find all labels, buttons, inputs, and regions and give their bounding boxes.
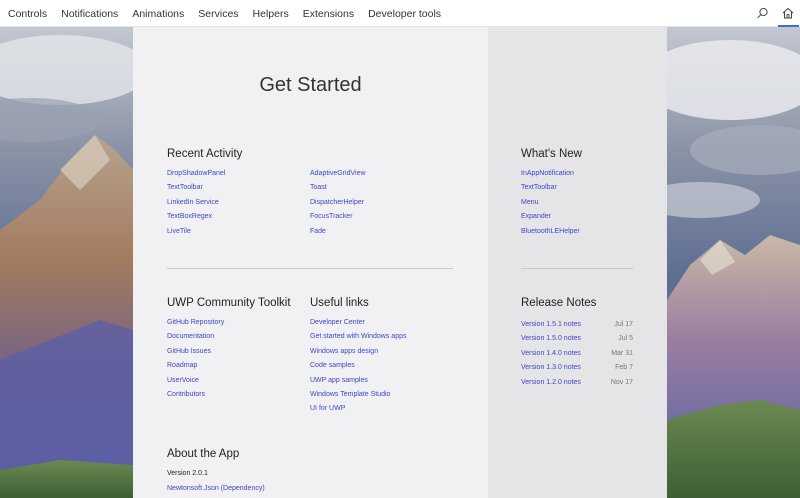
recent-activity-heading: Recent Activity [167,148,243,160]
toolkit-list: GitHub Repository Documentation GitHub I… [167,316,224,402]
release-note-link[interactable]: Version 1.3.0 notes [521,364,581,371]
recent-link[interactable]: TextBoxRegex [167,210,225,224]
recent-link[interactable]: AdaptiveGridView [310,167,366,181]
recent-link[interactable]: LiveTile [167,225,225,239]
page-title: Get Started [259,74,362,96]
useful-link[interactable]: Windows apps design [310,345,407,359]
top-navigation-bar: Controls Notifications Animations Servic… [0,0,800,27]
nav-item-services[interactable]: Services [198,8,238,20]
nav-item-notifications[interactable]: Notifications [61,8,118,20]
release-note-row: Version 1.5.1 notes Jul 17 [521,318,633,332]
release-note-link[interactable]: Version 1.5.0 notes [521,335,581,342]
useful-links-heading: Useful links [310,297,369,309]
whats-new-link[interactable]: BluetoothLEHelper [521,225,580,239]
home-icon [782,7,794,19]
release-note-date: Jul 17 [614,321,633,328]
toolkit-link[interactable]: Contributors [167,388,224,402]
recent-activity-list-1: DropShadowPanel TextToolbar LinkedIn Ser… [167,167,225,239]
useful-link[interactable]: Get started with Windows apps [310,330,407,344]
whats-new-heading: What's New [521,148,582,160]
home-button[interactable] [776,0,800,27]
release-note-row: Version 1.5.0 notes Jul 5 [521,332,633,346]
about-heading: About the App [167,448,240,460]
recent-link[interactable]: DropShadowPanel [167,167,225,181]
recent-link[interactable]: Toast [310,181,366,195]
release-note-date: Jul 5 [618,335,633,343]
whats-new-link[interactable]: Expander [521,210,580,224]
release-notes-heading: Release Notes [521,297,597,309]
useful-link[interactable]: UWP app samples [310,374,407,388]
active-indicator [778,25,799,27]
section-divider [167,268,453,269]
release-note-row: Version 1.4.0 notes Mar 31 [521,347,633,361]
toolkit-link[interactable]: Documentation [167,330,224,344]
main-content-panel [133,27,488,498]
dependency-link[interactable]: Newtonsoft.Json (Dependency) [167,485,265,492]
search-icon [757,7,768,19]
release-note-row: Version 1.2.0 notes Nov 17 [521,376,633,390]
release-note-link[interactable]: Version 1.5.1 notes [521,321,581,328]
nav-item-developer-tools[interactable]: Developer tools [368,8,441,20]
toolkit-link[interactable]: GitHub Repository [167,316,224,330]
nav-menu: Controls Notifications Animations Servic… [8,0,455,27]
release-note-link[interactable]: Version 1.2.0 notes [521,379,581,386]
whats-new-link[interactable]: Menu [521,196,580,210]
section-divider [521,268,633,269]
useful-link[interactable]: UI for UWP [310,402,407,416]
recent-link[interactable]: DispatcherHelper [310,196,366,210]
release-notes-list: Version 1.5.1 notes Jul 17 Version 1.5.0… [521,318,633,390]
nav-item-animations[interactable]: Animations [132,8,184,20]
useful-links-list: Developer Center Get started with Window… [310,316,407,417]
toolkit-link[interactable]: Roadmap [167,359,224,373]
release-note-date: Nov 17 [610,378,633,386]
nav-item-extensions[interactable]: Extensions [303,8,354,20]
release-note-link[interactable]: Version 1.4.0 notes [521,350,581,357]
side-content-panel [488,27,667,498]
useful-link[interactable]: Windows Template Studio [310,388,407,402]
recent-link[interactable]: FocusTracker [310,210,366,224]
useful-link[interactable]: Code samples [310,359,407,373]
whats-new-link[interactable]: TextToolbar [521,181,580,195]
recent-link[interactable]: Fade [310,225,366,239]
release-note-row: Version 1.3.0 notes Feb 7 [521,361,633,375]
release-note-date: Mar 31 [611,349,633,357]
recent-link[interactable]: TextToolbar [167,181,225,195]
nav-item-controls[interactable]: Controls [8,8,47,20]
recent-activity-list-2: AdaptiveGridView Toast DispatcherHelper … [310,167,366,239]
search-button[interactable] [753,5,771,23]
app-version: Version 2.0.1 [167,470,208,477]
toolkit-link[interactable]: GitHub Issues [167,345,224,359]
recent-link[interactable]: LinkedIn Service [167,196,225,210]
whats-new-list: InAppNotification TextToolbar Menu Expan… [521,167,580,239]
toolkit-heading: UWP Community Toolkit [167,297,291,309]
nav-item-helpers[interactable]: Helpers [253,8,289,20]
toolkit-link[interactable]: UserVoice [167,374,224,388]
useful-link[interactable]: Developer Center [310,316,407,330]
whats-new-link[interactable]: InAppNotification [521,167,580,181]
release-note-date: Feb 7 [615,364,633,372]
